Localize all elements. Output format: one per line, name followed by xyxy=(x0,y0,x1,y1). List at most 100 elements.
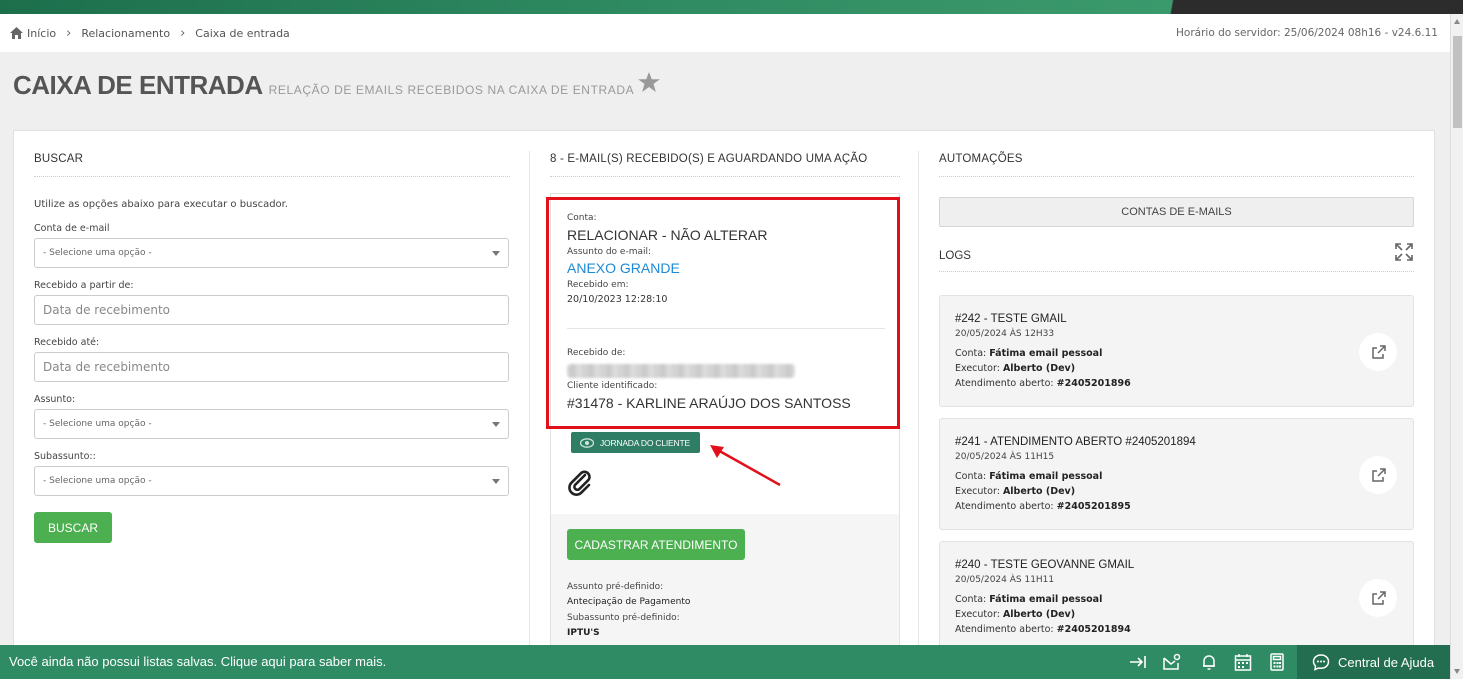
log-account-value: Fátima email pessoal xyxy=(989,594,1103,605)
subsubject-label: Subassunto:: xyxy=(34,451,96,462)
log-item: #241 - ATENDIMENTO ABERTO #2405201894 20… xyxy=(939,418,1414,530)
bell-icon[interactable] xyxy=(1200,653,1218,671)
divider xyxy=(550,176,900,177)
footer-bar: Você ainda não possui listas salvas. Cli… xyxy=(0,645,1450,679)
log-title: #240 - TESTE GEOVANNE GMAIL xyxy=(955,559,1135,571)
help-center-label: Central de Ajuda xyxy=(1338,654,1435,670)
subject-select-value: - Selecione uma opção - xyxy=(43,419,152,429)
star-icon[interactable] xyxy=(638,72,660,92)
chevron-right-icon: › xyxy=(66,25,72,41)
log-account-label: Conta: xyxy=(955,348,987,359)
log-service-label: Atendimento aberto: xyxy=(955,501,1054,512)
log-item: #242 - TESTE GMAIL 20/05/2024 ÀS 12H33 C… xyxy=(939,295,1414,407)
received-until-placeholder: Data de recebimento xyxy=(43,360,170,374)
subject-select[interactable]: - Selecione uma opção - xyxy=(34,409,509,439)
register-service-button[interactable]: CADASTRAR ATENDIMENTO xyxy=(567,529,745,560)
breadcrumb-home[interactable]: Início xyxy=(10,27,56,40)
open-log-button[interactable] xyxy=(1359,456,1397,494)
subject-label: Assunto: xyxy=(34,394,76,405)
scroll-down-icon[interactable] xyxy=(1454,669,1460,674)
paperclip-icon[interactable] xyxy=(567,469,593,497)
page-title: CAIXA DE ENTRADA xyxy=(13,70,263,100)
divider xyxy=(34,176,510,177)
open-log-button[interactable] xyxy=(1359,579,1397,617)
exit-icon[interactable] xyxy=(1129,653,1147,671)
column-divider xyxy=(529,151,530,671)
divider xyxy=(939,176,1414,177)
chevron-down-icon xyxy=(492,251,500,256)
expand-icon[interactable] xyxy=(1395,243,1413,261)
main-panel: BUSCAR Utilize as opções abaixo para exe… xyxy=(13,130,1435,673)
received-from-input[interactable]: Data de recebimento xyxy=(34,295,509,325)
log-service-label: Atendimento aberto: xyxy=(955,378,1054,389)
subsubject-select[interactable]: - Selecione uma opção - xyxy=(34,466,509,496)
highlight-box xyxy=(546,197,900,429)
log-executor-label: Executor: xyxy=(955,609,1000,620)
log-service-value: #2405201895 xyxy=(1056,501,1131,512)
scroll-up-icon[interactable] xyxy=(1454,19,1460,24)
help-center-button[interactable]: Central de Ajuda xyxy=(1297,645,1450,679)
saved-lists-message[interactable]: Você ainda não possui listas salvas. Cli… xyxy=(9,654,386,669)
search-button[interactable]: BUSCAR xyxy=(34,512,112,543)
mail-settings-icon[interactable] xyxy=(1163,653,1181,671)
external-link-icon xyxy=(1371,344,1386,359)
received-until-input[interactable]: Data de recebimento xyxy=(34,352,509,382)
log-executor: Executor: Alberto (Dev) xyxy=(955,486,1075,497)
predef-subject-label: Assunto pré-definido: xyxy=(567,582,664,592)
log-service: Atendimento aberto: #2405201894 xyxy=(955,624,1131,635)
email-accounts-button[interactable]: CONTAS DE E-MAILS xyxy=(939,197,1414,227)
page-subtitle: RELAÇÃO DE EMAILS RECEBIDOS NA CAIXA DE … xyxy=(268,83,635,97)
log-date: 20/05/2024 ÀS 11H15 xyxy=(955,452,1055,462)
open-log-button[interactable] xyxy=(1359,333,1397,371)
log-item: #240 - TESTE GEOVANNE GMAIL 20/05/2024 À… xyxy=(939,541,1414,653)
log-date: 20/05/2024 ÀS 12H33 xyxy=(955,329,1055,339)
external-link-icon xyxy=(1371,590,1386,605)
customer-journey-button[interactable]: JORNADA DO CLIENTE xyxy=(571,432,700,453)
logs-title: LOGS xyxy=(939,250,971,262)
log-service-label: Atendimento aberto: xyxy=(955,624,1054,635)
breadcrumb-home-label: Início xyxy=(27,26,57,40)
account-label: Conta de e-mail xyxy=(34,223,110,234)
chevron-down-icon xyxy=(492,479,500,484)
log-executor-value: Alberto (Dev) xyxy=(1002,363,1076,374)
log-account-label: Conta: xyxy=(955,471,987,482)
log-account-label: Conta: xyxy=(955,594,987,605)
log-date: 20/05/2024 ÀS 11H11 xyxy=(955,575,1055,585)
subsubject-select-value: - Selecione uma opção - xyxy=(43,476,152,486)
calculator-icon[interactable] xyxy=(1268,653,1286,671)
received-until-label: Recebido até: xyxy=(34,337,100,348)
log-account: Conta: Fátima email pessoal xyxy=(955,471,1102,482)
log-service-value: #2405201894 xyxy=(1056,624,1131,635)
breadcrumb-item-caixa: Caixa de entrada xyxy=(195,26,290,40)
log-account-value: Fátima email pessoal xyxy=(989,471,1103,482)
predef-subsubject-value: IPTU'S xyxy=(567,628,600,638)
account-select-value: - Selecione uma opção - xyxy=(43,248,152,258)
account-select[interactable]: - Selecione uma opção - xyxy=(34,238,509,268)
log-account-value: Fátima email pessoal xyxy=(989,348,1103,359)
breadcrumb-item-relacionamento[interactable]: Relacionamento xyxy=(81,27,170,40)
divider xyxy=(939,271,1414,272)
eye-icon xyxy=(580,437,594,448)
log-service: Atendimento aberto: #2405201896 xyxy=(955,378,1131,389)
log-executor-value: Alberto (Dev) xyxy=(1002,609,1076,620)
calendar-icon[interactable] xyxy=(1234,653,1252,671)
log-executor-label: Executor: xyxy=(955,486,1000,497)
received-from-label: Recebido a partir de: xyxy=(34,280,134,291)
chat-icon xyxy=(1312,654,1330,671)
log-executor: Executor: Alberto (Dev) xyxy=(955,609,1075,620)
search-title: BUSCAR xyxy=(34,153,84,165)
column-divider xyxy=(918,151,919,671)
server-time: Horário do servidor: 25/06/2024 08h16 - … xyxy=(1176,27,1438,39)
predef-subject-value: Antecipação de Pagamento xyxy=(567,597,691,607)
external-link-icon xyxy=(1371,467,1386,482)
log-account: Conta: Fátima email pessoal xyxy=(955,348,1102,359)
scroll-thumb[interactable] xyxy=(1453,36,1462,128)
log-account: Conta: Fátima email pessoal xyxy=(955,594,1102,605)
received-from-placeholder: Data de recebimento xyxy=(43,303,170,317)
page-scrollbar[interactable] xyxy=(1450,14,1463,679)
annotation-arrow xyxy=(710,445,781,487)
log-service-value: #2405201896 xyxy=(1056,378,1131,389)
log-executor: Executor: Alberto (Dev) xyxy=(955,363,1075,374)
chevron-right-icon: › xyxy=(180,25,186,41)
log-executor-value: Alberto (Dev) xyxy=(1002,486,1076,497)
